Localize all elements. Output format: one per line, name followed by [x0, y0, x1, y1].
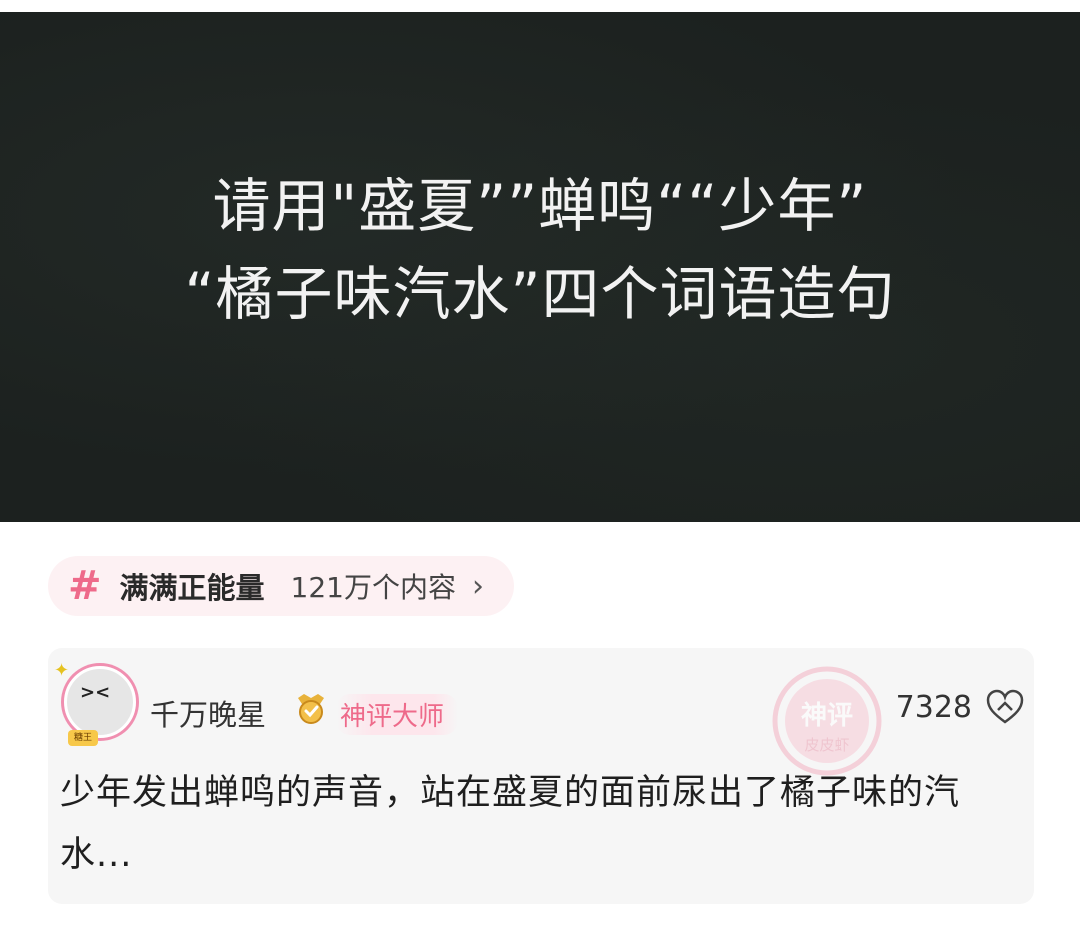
hashtag-icon: #: [68, 563, 102, 609]
like-count: 7328: [895, 690, 972, 725]
topic-name: 满满正能量: [119, 571, 265, 605]
avatar[interactable]: >< ✦ 糖王: [54, 660, 142, 748]
sparkle-icon: ✦: [54, 660, 70, 681]
stamp-bottom-text: 皮皮虾: [804, 736, 849, 754]
avatar-badge: 糖王: [68, 730, 98, 746]
stamp-top-text: 神评: [801, 701, 853, 731]
question-line-1: 请用"盛夏””蝉鸣““少年”: [212, 172, 868, 240]
topic-count: 121万个内容: [290, 571, 456, 604]
question-line-2: “橘子味汽水”四个词语造句: [184, 260, 896, 328]
topic-tag[interactable]: # 满满正能量 121万个内容 ›: [48, 556, 514, 616]
medal-icon: [298, 694, 324, 724]
like-heart-icon[interactable]: [984, 688, 1026, 726]
comment-username[interactable]: 千万晚星: [150, 692, 266, 734]
comment-text: 少年发出蝉鸣的声音，站在盛夏的面前尿出了橘子味的汽水...: [60, 773, 961, 875]
question-banner: 请用"盛夏””蝉鸣““少年” “橘子味汽水”四个词语造句: [0, 12, 1080, 522]
god-comment-badge: 神评大师: [336, 694, 459, 735]
chevron-right-icon: ›: [471, 568, 484, 604]
comment-card: >< ✦ 糖王 千万晚星 神评大师 神评 皮皮虾 7328 少年发出蝉鸣的声音，…: [48, 648, 1034, 904]
avatar-eyes: ><: [80, 682, 111, 703]
